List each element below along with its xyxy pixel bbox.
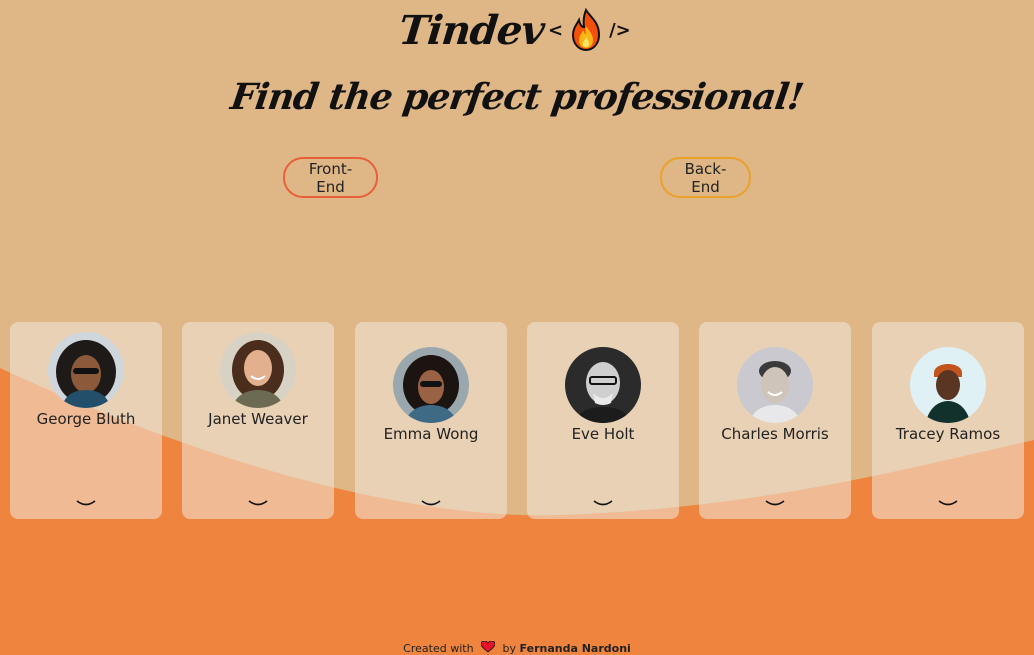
heart-icon <box>481 641 496 653</box>
logo[interactable]: Tindev < /> <box>0 2 1034 58</box>
developer-name: Tracey Ramos <box>895 425 1001 443</box>
tracey-ramos-avatar <box>910 347 986 423</box>
back-end-filter-button[interactable]: Back-End <box>660 157 751 198</box>
developer-name: Janet Weaver <box>208 410 308 428</box>
developer-card[interactable]: Tracey Ramos <box>872 322 1024 519</box>
developer-name: Eve Holt <box>571 425 635 443</box>
charles-morris-avatar <box>737 347 813 423</box>
eve-holt-avatar <box>565 347 641 423</box>
chevron-down-icon[interactable] <box>419 498 443 508</box>
tagline-text: Find the perfect professional! <box>228 76 806 118</box>
tagline: Find the perfect professional! <box>0 76 1034 118</box>
george-bluth-avatar <box>48 332 124 408</box>
janet-weaver-avatar <box>220 332 296 408</box>
front-end-filter-button[interactable]: Front-End <box>283 157 378 198</box>
footer-by: by <box>502 642 517 655</box>
emma-wong-avatar <box>393 347 469 423</box>
logo-text: Tindev <box>396 6 547 54</box>
chevron-down-icon[interactable] <box>591 498 615 508</box>
chevron-down-icon[interactable] <box>74 498 98 508</box>
chevron-down-icon[interactable] <box>936 498 960 508</box>
logo-tag-close: /> <box>609 19 631 41</box>
developer-name: Charles Morris <box>721 425 829 443</box>
footer-prefix: Created with <box>403 642 474 655</box>
chevron-down-icon[interactable] <box>763 498 787 508</box>
developer-card[interactable]: Emma Wong <box>355 322 507 519</box>
developer-name: George Bluth <box>36 410 136 428</box>
footer-author[interactable]: Fernanda Nardoni <box>520 642 631 655</box>
developer-card[interactable]: Janet Weaver <box>182 322 334 519</box>
fire-icon <box>572 8 601 52</box>
developer-card[interactable]: Charles Morris <box>699 322 851 519</box>
chevron-down-icon[interactable] <box>246 498 270 508</box>
developer-card[interactable]: Eve Holt <box>527 322 679 519</box>
developer-name: Emma Wong <box>383 425 479 443</box>
footer: Created with by Fernanda Nardoni <box>0 641 1034 655</box>
developer-card[interactable]: George Bluth <box>10 322 162 519</box>
logo-tag-open: < <box>547 19 564 41</box>
